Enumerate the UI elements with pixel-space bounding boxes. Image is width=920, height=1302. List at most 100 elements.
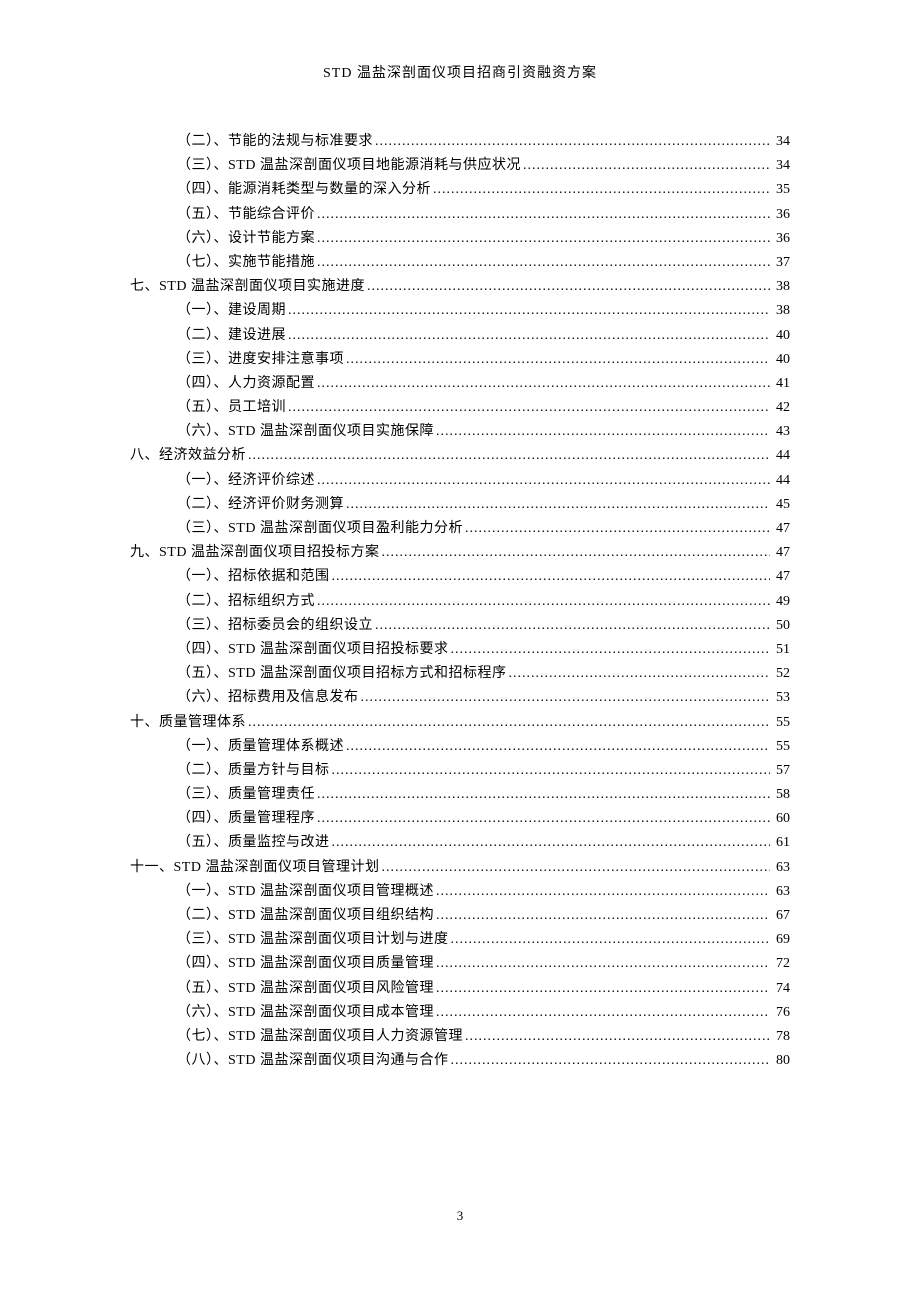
toc-entry-page: 45 <box>770 493 790 517</box>
toc-entry[interactable]: （三）、STD 温盐深剖面仪项目地能源消耗与供应状况34 <box>130 154 790 178</box>
toc-entry-page: 34 <box>770 130 790 154</box>
toc-leader-dots <box>286 299 770 323</box>
toc-entry-label: （四）、STD 温盐深剖面仪项目质量管理 <box>177 952 434 976</box>
page-number: 3 <box>0 1208 920 1224</box>
toc-entry-page: 40 <box>770 324 790 348</box>
toc-entry-label: （四）、STD 温盐深剖面仪项目招投标要求 <box>177 638 448 662</box>
toc-entry[interactable]: 七、STD 温盐深剖面仪项目实施进度38 <box>130 275 790 299</box>
toc-leader-dots <box>344 493 770 517</box>
toc-entry-label: （六）、设计节能方案 <box>177 227 315 251</box>
toc-entry-label: （一）、经济评价综述 <box>177 469 315 493</box>
toc-entry[interactable]: （六）、设计节能方案36 <box>130 227 790 251</box>
toc-leader-dots <box>315 590 770 614</box>
toc-leader-dots <box>286 396 770 420</box>
toc-entry[interactable]: （三）、STD 温盐深剖面仪项目盈利能力分析47 <box>130 517 790 541</box>
toc-entry[interactable]: （二）、建设进展40 <box>130 324 790 348</box>
toc-entry-label: （五）、STD 温盐深剖面仪项目招标方式和招标程序 <box>177 662 506 686</box>
toc-entry[interactable]: （二）、招标组织方式49 <box>130 590 790 614</box>
toc-entry[interactable]: （一）、STD 温盐深剖面仪项目管理概述63 <box>130 880 790 904</box>
toc-entry[interactable]: 十一、STD 温盐深剖面仪项目管理计划 63 <box>130 856 790 880</box>
toc-entry-label: （二）、经济评价财务测算 <box>177 493 344 517</box>
toc-entry-page: 50 <box>770 614 790 638</box>
toc-entry-page: 47 <box>770 565 790 589</box>
toc-leader-dots <box>315 807 770 831</box>
toc-entry[interactable]: （七）、STD 温盐深剖面仪项目人力资源管理78 <box>130 1025 790 1049</box>
toc-leader-dots <box>344 735 770 759</box>
toc-entry[interactable]: （一）、招标依据和范围47 <box>130 565 790 589</box>
toc-entry[interactable]: （五）、员工培训42 <box>130 396 790 420</box>
toc-entry-label: （六）、招标费用及信息发布 <box>177 686 359 710</box>
toc-entry[interactable]: （四）、能源消耗类型与数量的深入分析 35 <box>130 178 790 202</box>
toc-entry[interactable]: （二）、STD 温盐深剖面仪项目组织结构67 <box>130 904 790 928</box>
toc-leader-dots <box>344 348 770 372</box>
toc-leader-dots <box>463 517 770 541</box>
toc-entry-label: （二）、招标组织方式 <box>177 590 315 614</box>
toc-entry-page: 69 <box>770 928 790 952</box>
toc-entry-page: 61 <box>770 831 790 855</box>
toc-entry[interactable]: （三）、招标委员会的组织设立 50 <box>130 614 790 638</box>
toc-entry[interactable]: （七）、实施节能措施37 <box>130 251 790 275</box>
toc-entry-page: 60 <box>770 807 790 831</box>
toc-entry[interactable]: （一）、经济评价综述 44 <box>130 469 790 493</box>
toc-leader-dots <box>373 614 770 638</box>
toc-entry[interactable]: 八、经济效益分析44 <box>130 444 790 468</box>
toc-leader-dots <box>506 662 770 686</box>
toc-entry-label: （五）、质量监控与改进 <box>177 831 330 855</box>
toc-leader-dots <box>434 977 770 1001</box>
toc-entry-label: （一）、建设周期 <box>177 299 286 323</box>
toc-entry-page: 35 <box>770 178 790 202</box>
toc-leader-dots <box>315 251 770 275</box>
toc-entry-page: 44 <box>770 469 790 493</box>
toc-entry[interactable]: （四）、STD 温盐深剖面仪项目招投标要求 51 <box>130 638 790 662</box>
toc-entry-label: （八）、STD 温盐深剖面仪项目沟通与合作 <box>177 1049 448 1073</box>
toc-entry-label: （三）、招标委员会的组织设立 <box>177 614 373 638</box>
toc-entry[interactable]: （六）、招标费用及信息发布53 <box>130 686 790 710</box>
toc-leader-dots <box>359 686 771 710</box>
toc-entry-label: （五）、节能综合评价 <box>177 203 315 227</box>
toc-entry[interactable]: （三）、STD 温盐深剖面仪项目计划与进度69 <box>130 928 790 952</box>
toc-entry-page: 51 <box>770 638 790 662</box>
toc-entry[interactable]: （二）、节能的法规与标准要求 34 <box>130 130 790 154</box>
toc-entry[interactable]: （三）、进度安排注意事项40 <box>130 348 790 372</box>
toc-entry[interactable]: （五）、节能综合评价36 <box>130 203 790 227</box>
toc-entry[interactable]: （四）、STD 温盐深剖面仪项目质量管理72 <box>130 952 790 976</box>
toc-entry-page: 67 <box>770 904 790 928</box>
toc-leader-dots <box>330 831 771 855</box>
toc-entry[interactable]: （五）、STD 温盐深剖面仪项目风险管理74 <box>130 977 790 1001</box>
toc-entry-label: （二）、节能的法规与标准要求 <box>177 130 373 154</box>
toc-entry-label: （五）、员工培训 <box>177 396 286 420</box>
toc-entry[interactable]: （六）、STD 温盐深剖面仪项目成本管理 76 <box>130 1001 790 1025</box>
toc-entry[interactable]: （一）、建设周期38 <box>130 299 790 323</box>
toc-leader-dots <box>448 928 770 952</box>
toc-entry-page: 76 <box>770 1001 790 1025</box>
toc-leader-dots <box>246 444 770 468</box>
toc-entry-label: （四）、能源消耗类型与数量的深入分析 <box>177 178 431 202</box>
table-of-contents: （二）、节能的法规与标准要求 34（三）、STD 温盐深剖面仪项目地能源消耗与供应… <box>130 130 790 1073</box>
toc-entry[interactable]: （四）、质量管理程序60 <box>130 807 790 831</box>
toc-entry[interactable]: （五）、STD 温盐深剖面仪项目招标方式和招标程序52 <box>130 662 790 686</box>
toc-entry[interactable]: （五）、质量监控与改进 61 <box>130 831 790 855</box>
toc-entry[interactable]: （八）、STD 温盐深剖面仪项目沟通与合作80 <box>130 1049 790 1073</box>
toc-entry[interactable]: 九、STD 温盐深剖面仪项目招投标方案47 <box>130 541 790 565</box>
toc-entry-label: （七）、STD 温盐深剖面仪项目人力资源管理 <box>177 1025 463 1049</box>
toc-leader-dots <box>434 904 770 928</box>
toc-entry-page: 37 <box>770 251 790 275</box>
toc-entry[interactable]: （二）、经济评价财务测算 45 <box>130 493 790 517</box>
toc-entry-label: （六）、STD 温盐深剖面仪项目成本管理 <box>177 1001 434 1025</box>
toc-entry-page: 47 <box>770 541 790 565</box>
toc-entry[interactable]: （三）、质量管理责任58 <box>130 783 790 807</box>
toc-entry[interactable]: （一）、质量管理体系概述55 <box>130 735 790 759</box>
toc-entry[interactable]: （二）、质量方针与目标57 <box>130 759 790 783</box>
toc-entry[interactable]: （四）、人力资源配置41 <box>130 372 790 396</box>
toc-entry-page: 74 <box>770 977 790 1001</box>
toc-entry[interactable]: 十、质量管理体系55 <box>130 711 790 735</box>
toc-leader-dots <box>373 130 770 154</box>
toc-entry-label: （三）、质量管理责任 <box>177 783 315 807</box>
toc-entry-label: （三）、进度安排注意事项 <box>177 348 344 372</box>
toc-entry[interactable]: （六）、STD 温盐深剖面仪项目实施保障43 <box>130 420 790 444</box>
toc-entry-page: 55 <box>770 711 790 735</box>
toc-entry-label: 八、经济效益分析 <box>130 444 246 468</box>
toc-entry-page: 63 <box>770 856 790 880</box>
toc-entry-label: 十一、STD 温盐深剖面仪项目管理计划 <box>130 856 379 880</box>
document-page: STD 温盐深剖面仪项目招商引资融资方案 （二）、节能的法规与标准要求34（三）… <box>0 0 920 1073</box>
